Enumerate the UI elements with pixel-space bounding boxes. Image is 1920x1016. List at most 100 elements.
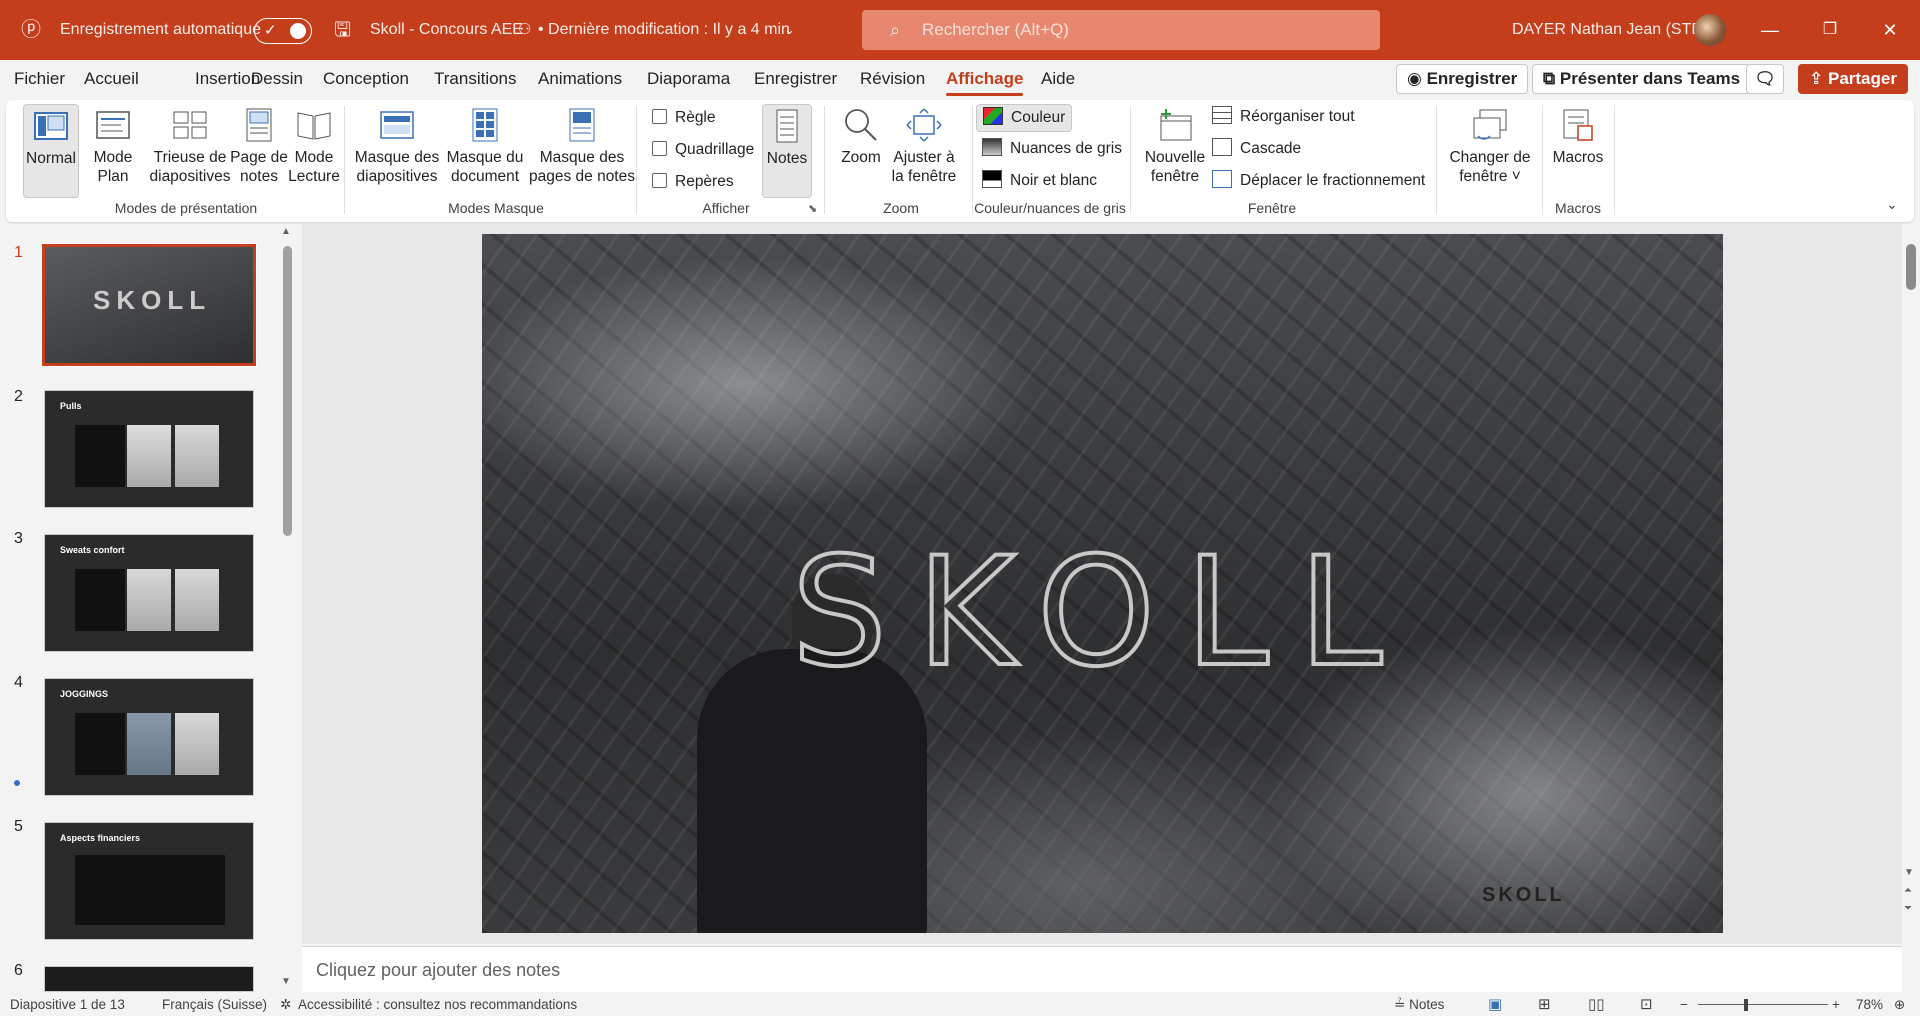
guides-label: Repères (675, 173, 734, 190)
sorter-view-status-icon[interactable]: ⊞ (1538, 994, 1551, 1016)
slide-thumbnail-1[interactable]: SKOLL (41, 243, 257, 367)
menu-accueil[interactable]: Accueil (84, 60, 139, 98)
thumb-title: Sweats confort (60, 545, 125, 555)
macros-button[interactable]: Macros (1546, 108, 1610, 167)
zoom-button[interactable]: Zoom (836, 108, 886, 167)
close-icon[interactable]: ✕ (1860, 0, 1920, 60)
share-button[interactable]: ⇪ Partager (1798, 64, 1908, 94)
scroll-down-icon[interactable]: ▼ (281, 976, 291, 987)
menu-transitions[interactable]: Transitions (434, 60, 517, 98)
dialog-launcher-icon[interactable]: ⬊ (808, 202, 817, 215)
chevron-down-icon[interactable]: ⌄ (784, 0, 795, 60)
slide-thumbnail-6[interactable] (44, 966, 254, 992)
restore-icon[interactable]: ❐ (1800, 0, 1860, 60)
minimize-icon[interactable]: — (1740, 0, 1800, 60)
save-icon[interactable]: 🖫 (334, 0, 351, 60)
menu-diaporama[interactable]: Diaporama (647, 60, 730, 98)
new-window-button[interactable]: Nouvelle fenêtre (1140, 108, 1210, 186)
move-split-icon (1212, 170, 1232, 188)
zoom-slider[interactable] (1698, 1004, 1828, 1005)
last-modified[interactable]: • Dernière modification : Il y a 4 min (538, 0, 790, 60)
notes-master-label-1: Masque des (539, 149, 625, 166)
group-divider (1614, 106, 1615, 214)
scroll-up-icon[interactable]: ▲ (281, 226, 291, 237)
thumb-title: Pulls (60, 401, 82, 411)
notes-pane[interactable]: Cliquez pour ajouter des notes (302, 946, 1902, 992)
normal-view-status-icon[interactable]: ▣ (1488, 994, 1502, 1016)
current-slide[interactable]: SKOLL SKOLL (482, 234, 1723, 933)
bw-button[interactable]: Noir et blanc (982, 170, 1097, 192)
menu-revision[interactable]: Révision (860, 60, 925, 98)
slide-master-label-1: Masque des (354, 149, 440, 166)
search-box[interactable]: ⌕ Rechercher (Alt+Q) (862, 10, 1380, 50)
zoom-level[interactable]: 78% (1856, 994, 1883, 1016)
normal-view-button[interactable]: Normal (23, 104, 79, 198)
menu-fichier[interactable]: Fichier (14, 60, 65, 98)
switch-window-button[interactable]: Changer de fenêtre ˅ (1442, 108, 1538, 186)
menu-aide[interactable]: Aide (1041, 60, 1075, 98)
slide-master-button[interactable]: Masque des diapositives (354, 108, 440, 186)
thumb-number: 4 (14, 674, 23, 691)
accessibility-icon[interactable]: ✲ (280, 994, 291, 1016)
thumb-number: 6 (14, 962, 23, 979)
gridlines-checkbox[interactable]: Quadrillage (652, 140, 754, 160)
fit-label-2: la fenêtre (891, 168, 957, 185)
menu-animations[interactable]: Animations (538, 60, 622, 98)
notes-master-button[interactable]: Masque des pages de notes (522, 108, 642, 186)
collapse-ribbon-icon[interactable]: ⌄ (1886, 196, 1898, 213)
thumbnails-scrollbar[interactable] (283, 246, 292, 536)
fit-window-button[interactable]: Ajuster à la fenêtre (886, 108, 962, 186)
reading-view-button[interactable]: Mode Lecture (282, 108, 346, 186)
zoom-out-icon[interactable]: − (1680, 994, 1688, 1016)
macros-label: Macros (1552, 149, 1604, 166)
accessibility-status[interactable]: Accessibilité : consultez nos recommanda… (298, 994, 577, 1016)
cascade-button[interactable]: Cascade (1212, 138, 1301, 160)
menu-affichage[interactable]: Affichage (946, 60, 1024, 98)
scroll-down-icon[interactable]: ▼ (1904, 866, 1914, 880)
color-button[interactable]: Couleur (976, 104, 1073, 132)
search-placeholder: Rechercher (Alt+Q) (922, 20, 1069, 39)
menu-dessin[interactable]: Dessin (251, 60, 303, 98)
move-split-label: Déplacer le fractionnement (1240, 172, 1426, 189)
fit-slide-icon[interactable]: ⊕ (1894, 994, 1905, 1016)
thumb-text-block (75, 569, 125, 631)
avatar[interactable] (1694, 14, 1726, 46)
grayscale-button[interactable]: Nuances de gris (982, 138, 1122, 160)
user-name[interactable]: DAYER Nathan Jean (STD) (1512, 0, 1708, 60)
record-button[interactable]: ◉ Enregistrer (1396, 64, 1529, 94)
slide-thumbnail-4[interactable]: JOGGINGS (44, 678, 254, 796)
skoll-logo[interactable]: SKOLL (772, 524, 1432, 704)
previous-slide-icon[interactable]: ⏶ (1904, 884, 1912, 898)
handout-master-button[interactable]: Masque du document (442, 108, 528, 186)
move-split-button[interactable]: Déplacer le fractionnement (1212, 170, 1425, 192)
document-title[interactable]: Skoll - Concours AEE (370, 0, 523, 60)
notes-status-button[interactable]: ≟ Notes (1394, 994, 1444, 1016)
reading-view-status-icon[interactable]: ▯▯ (1588, 994, 1605, 1016)
ruler-checkbox[interactable]: Règle (652, 108, 716, 128)
notes-label: Notes (766, 150, 808, 167)
next-slide-icon[interactable]: ⏷ (1904, 902, 1912, 916)
zoom-slider-thumb[interactable] (1744, 999, 1748, 1011)
slide-thumbnail-5[interactable]: Aspects financiers (44, 822, 254, 940)
outline-view-button[interactable]: Mode Plan (86, 108, 140, 186)
scroll-thumb[interactable] (1906, 244, 1916, 290)
zoom-in-icon[interactable]: + (1832, 994, 1840, 1016)
teams-icon: ⧉ (1543, 69, 1556, 88)
comments-button[interactable]: 🗨 (1746, 64, 1784, 94)
notes-toggle-button[interactable]: Notes (762, 104, 812, 198)
menu-enregistrer[interactable]: Enregistrer (754, 60, 837, 98)
group-divider (1542, 106, 1543, 214)
editor-scrollbar[interactable] (1902, 224, 1920, 944)
slide-thumbnail-3[interactable]: Sweats confort (44, 534, 254, 652)
arrange-all-button[interactable]: Réorganiser tout (1212, 106, 1355, 128)
handout-master-label-2: document (450, 168, 520, 185)
cascade-label: Cascade (1240, 140, 1302, 157)
menu-conception[interactable]: Conception (323, 60, 409, 98)
autosave-toggle[interactable]: ✓ (254, 18, 312, 44)
language-indicator[interactable]: Français (Suisse) (162, 994, 267, 1016)
slideshow-status-icon[interactable]: ⊡ (1640, 994, 1653, 1016)
guides-checkbox[interactable]: Repères (652, 172, 734, 192)
fit-label-1: Ajuster à (893, 149, 955, 166)
slide-thumbnail-2[interactable]: Pulls (44, 390, 254, 508)
present-teams-button[interactable]: ⧉ Présenter dans Teams (1532, 64, 1752, 94)
